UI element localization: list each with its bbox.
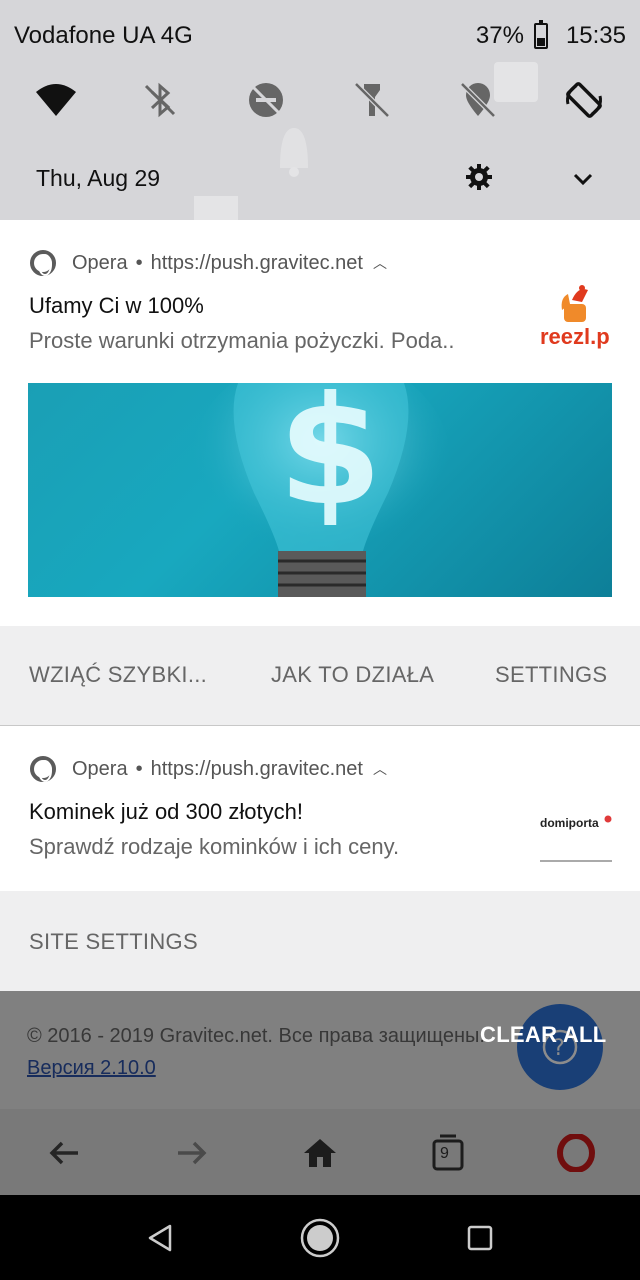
system-nav-bar xyxy=(0,1195,640,1280)
opera-icon xyxy=(30,250,56,276)
notification-card[interactable]: Opera • https://push.gravitec.net ︿ Ufam… xyxy=(0,222,640,626)
notification-header: Opera • https://push.gravitec.net ︿ xyxy=(30,754,387,784)
notification-card[interactable]: Opera • https://push.gravitec.net ︿ Komi… xyxy=(0,727,640,891)
dnd-off-icon[interactable] xyxy=(238,72,294,128)
reezl-logo-text: reezl.p xyxy=(540,324,610,349)
app-name: Opera xyxy=(72,757,128,780)
separator-dot: • xyxy=(135,251,143,274)
reezl-logo: reezl.p xyxy=(538,280,618,352)
carrier-label: Vodafone UA 4G xyxy=(14,22,193,49)
notification-body: Proste warunki otrzymania pożyczki. Poda… xyxy=(29,328,455,353)
status-right: 37% 15:35 xyxy=(475,20,626,50)
action-how-it-works-button[interactable]: JAK TO DZIAŁA xyxy=(271,662,434,688)
domiporta-logo-text: domiporta xyxy=(540,816,599,830)
flashlight-off-icon[interactable] xyxy=(344,72,400,128)
notification-body: Sprawdź rodzaje kominków i ich ceny. xyxy=(29,834,400,859)
clock: 15:35 xyxy=(565,22,626,49)
notification-title: Kominek już od 300 złotych! xyxy=(29,799,303,824)
notification-source: https://push.gravitec.net xyxy=(150,251,363,274)
clear-all-button[interactable]: CLEAR ALL xyxy=(480,1022,607,1048)
status-bar: Vodafone UA 4G 37% 15:35 xyxy=(0,0,640,72)
separator-dot: • xyxy=(135,757,143,780)
notification-title: Ufamy Ci w 100% xyxy=(29,293,204,318)
dollar-sign-icon: $ xyxy=(278,383,382,539)
domiporta-logo: domiporta xyxy=(540,813,612,863)
nav-recents-icon[interactable] xyxy=(457,1215,503,1261)
collapse-caret-icon[interactable]: ︿ xyxy=(373,253,387,273)
nav-home-icon[interactable] xyxy=(297,1215,343,1261)
action-settings-button[interactable]: SETTINGS xyxy=(495,662,607,688)
app-name: Opera xyxy=(72,251,128,274)
auto-rotate-icon[interactable] xyxy=(556,72,612,128)
notification-actions: SITE SETTINGS xyxy=(0,891,640,991)
battery-percent: 37% xyxy=(475,22,524,49)
battery-icon xyxy=(533,20,548,49)
bluetooth-off-icon[interactable] xyxy=(132,72,188,128)
quick-settings-panel: Vodafone UA 4G 37% 15:35 Thu, Aug 29 xyxy=(0,0,640,220)
notification-banner-image: $ xyxy=(28,383,612,597)
date-label: Thu, Aug 29 xyxy=(36,164,161,191)
quick-settings-row xyxy=(0,72,640,128)
action-take-loan-button[interactable]: WZIĄĆ SZYBKI... xyxy=(29,662,207,688)
expand-chevron-icon[interactable] xyxy=(566,162,600,196)
notification-source: https://push.gravitec.net xyxy=(150,757,363,780)
location-off-icon[interactable] xyxy=(450,72,506,128)
site-settings-button[interactable]: SITE SETTINGS xyxy=(29,929,198,955)
notification-header: Opera • https://push.gravitec.net ︿ xyxy=(30,248,387,278)
settings-gear-icon[interactable] xyxy=(462,160,496,194)
wifi-icon[interactable] xyxy=(28,72,84,128)
nav-back-icon[interactable] xyxy=(138,1215,184,1261)
collapse-caret-icon[interactable]: ︿ xyxy=(373,759,387,779)
notification-actions: WZIĄĆ SZYBKI... JAK TO DZIAŁA SETTINGS xyxy=(0,626,640,726)
date-row: Thu, Aug 29 xyxy=(0,150,640,206)
opera-icon xyxy=(30,756,56,782)
